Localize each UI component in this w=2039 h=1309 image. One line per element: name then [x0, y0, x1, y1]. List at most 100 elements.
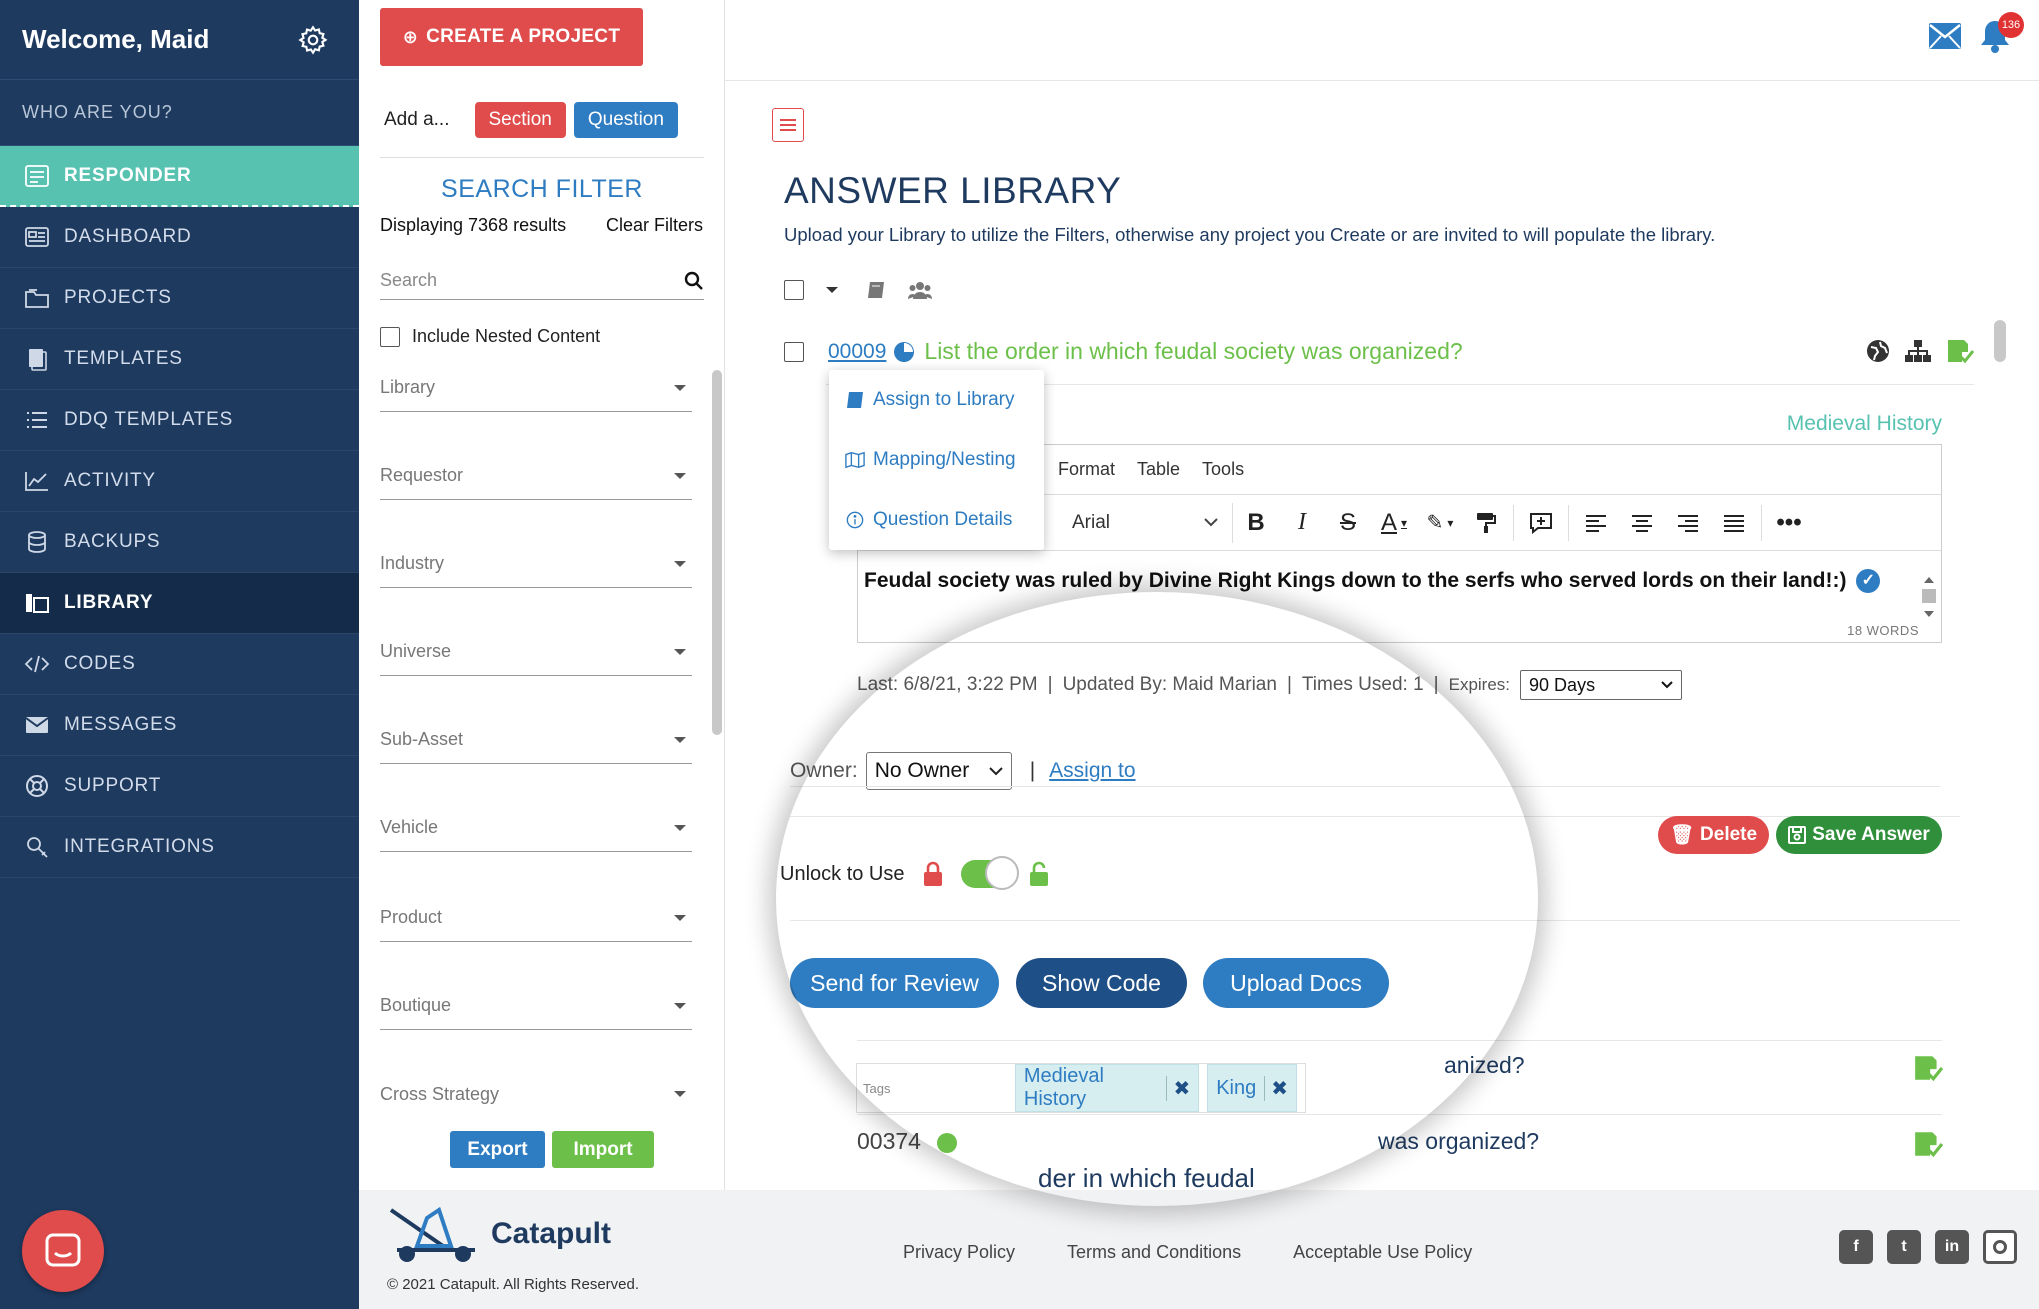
- sidebar-item-integrations[interactable]: INTEGRATIONS: [0, 817, 359, 878]
- tags-input[interactable]: Tags Medieval History ✖ King ✖: [856, 1063, 1306, 1113]
- gear-icon[interactable]: [297, 24, 329, 56]
- question-id[interactable]: 00374: [857, 1128, 921, 1155]
- expires-select[interactable]: 90 Days: [1520, 670, 1683, 700]
- menu-tools[interactable]: Tools: [1202, 459, 1244, 480]
- menu-item-assign-library[interactable]: Assign to Library: [829, 370, 1044, 430]
- caret-down-icon[interactable]: [826, 287, 838, 293]
- word-count: 18 WORDS: [1847, 623, 1919, 638]
- sidebar-item-ddq-templates[interactable]: DDQ TEMPLATES: [0, 390, 359, 451]
- comment-icon[interactable]: [1518, 503, 1564, 543]
- search-input[interactable]: Search: [380, 262, 704, 300]
- save-check-icon[interactable]: [1913, 1054, 1943, 1082]
- sidebar-item-backups[interactable]: BACKUPS: [0, 512, 359, 573]
- mail-icon[interactable]: [1929, 22, 1961, 50]
- assign-to-link[interactable]: Assign to: [1049, 759, 1135, 783]
- italic-icon[interactable]: I: [1279, 503, 1325, 543]
- boutique-dropdown[interactable]: Boutique: [380, 982, 692, 1030]
- menu-toggle-button[interactable]: [772, 108, 804, 142]
- clear-filters-link[interactable]: Clear Filters: [606, 215, 703, 236]
- acceptable-use-link[interactable]: Acceptable Use Policy: [1293, 1242, 1472, 1263]
- sidebar-item-messages[interactable]: MESSAGES: [0, 695, 359, 756]
- question-checkbox[interactable]: [784, 341, 804, 362]
- editor-content[interactable]: Feudal society was ruled by Divine Right…: [858, 551, 1941, 619]
- linkedin-icon[interactable]: in: [1935, 1230, 1969, 1264]
- sidebar-item-dashboard[interactable]: DASHBOARD: [0, 207, 359, 268]
- bold-icon[interactable]: B: [1233, 503, 1279, 543]
- sidebar-item-library[interactable]: LIBRARY: [0, 573, 359, 634]
- create-project-button[interactable]: ⊕ CREATE A PROJECT: [380, 8, 643, 66]
- filter-scrollbar[interactable]: [712, 370, 722, 735]
- sidebar-item-support[interactable]: SUPPORT: [0, 756, 359, 817]
- more-icon[interactable]: •••: [1766, 503, 1812, 543]
- library-tag-label[interactable]: Medieval History: [1787, 412, 1942, 436]
- sidebar-item-codes[interactable]: CODES: [0, 634, 359, 695]
- sidebar-item-projects[interactable]: PROJECTS: [0, 268, 359, 329]
- cross-strategy-dropdown[interactable]: Cross Strategy: [380, 1070, 692, 1118]
- sidebar-item-responder[interactable]: RESPONDER: [0, 146, 359, 207]
- remove-tag-icon[interactable]: ✖: [1264, 1075, 1288, 1101]
- divider: [725, 80, 2039, 81]
- globe-icon[interactable]: [1866, 339, 1890, 363]
- main-scrollbar[interactable]: [1994, 320, 2006, 362]
- menu-format[interactable]: Format: [1058, 459, 1115, 480]
- include-nested-checkbox[interactable]: [380, 326, 400, 347]
- align-right-icon[interactable]: [1665, 503, 1711, 543]
- requestor-dropdown[interactable]: Requestor: [380, 452, 692, 500]
- dropdown-label: Boutique: [380, 995, 452, 1015]
- unlock-toggle[interactable]: [960, 856, 1019, 890]
- editor-scrollbar[interactable]: [1919, 575, 1939, 619]
- catapult-logo[interactable]: Catapult: [387, 1206, 611, 1262]
- product-dropdown[interactable]: Product: [380, 894, 692, 942]
- export-button[interactable]: Export: [450, 1131, 545, 1168]
- text-color-icon[interactable]: A ▾: [1371, 503, 1417, 543]
- send-for-review-button[interactable]: Send for Review: [790, 958, 999, 1008]
- save-check-icon[interactable]: [1946, 338, 1974, 364]
- menu-item-question-details[interactable]: Question Details: [829, 490, 1044, 550]
- add-section-button[interactable]: Section: [474, 102, 566, 138]
- question-id-link[interactable]: 00009: [828, 340, 886, 364]
- menu-item-mapping-nesting[interactable]: Mapping/Nesting: [829, 430, 1044, 490]
- question-row: 00009 List the order in which feudal soc…: [784, 338, 1974, 365]
- universe-dropdown[interactable]: Universe: [380, 628, 692, 676]
- delete-answer-button[interactable]: 🗑 Delete: [1658, 816, 1769, 854]
- sidebar-item-activity[interactable]: ACTIVITY: [0, 451, 359, 512]
- chat-launcher-button[interactable]: [22, 1210, 104, 1292]
- facebook-icon[interactable]: f: [1839, 1230, 1873, 1264]
- library-dropdown[interactable]: Library: [380, 364, 692, 412]
- create-project-label: CREATE A PROJECT: [426, 26, 621, 47]
- remove-tag-icon[interactable]: ✖: [1166, 1075, 1190, 1101]
- save-answer-button[interactable]: Save Answer: [1776, 816, 1942, 854]
- vehicle-dropdown[interactable]: Vehicle: [380, 804, 692, 852]
- include-nested-option[interactable]: Include Nested Content: [380, 326, 600, 347]
- upload-docs-button[interactable]: Upload Docs: [1203, 958, 1389, 1008]
- sidebar-item-templates[interactable]: TEMPLATES: [0, 329, 359, 390]
- show-code-button[interactable]: Show Code: [1016, 958, 1187, 1008]
- align-justify-icon[interactable]: [1711, 503, 1757, 543]
- highlight-icon[interactable]: ✎ ▾: [1417, 503, 1463, 543]
- font-family-select[interactable]: Arial: [1058, 502, 1233, 543]
- instagram-icon[interactable]: [1983, 1230, 2017, 1264]
- hierarchy-icon[interactable]: [1904, 339, 1932, 363]
- caret-down-icon: [674, 560, 686, 567]
- strikethrough-icon[interactable]: S: [1325, 503, 1371, 543]
- industry-dropdown[interactable]: Industry: [380, 540, 692, 588]
- separator: |: [1433, 674, 1439, 695]
- menu-table[interactable]: Table: [1137, 459, 1180, 480]
- owner-select[interactable]: No Owner: [865, 752, 1012, 790]
- twitter-icon[interactable]: t: [1887, 1230, 1921, 1264]
- privacy-policy-link[interactable]: Privacy Policy: [903, 1242, 1015, 1263]
- import-button[interactable]: Import: [552, 1131, 654, 1168]
- add-question-button[interactable]: Question: [573, 102, 678, 138]
- book-icon[interactable]: [866, 281, 886, 299]
- format-painter-icon[interactable]: [1463, 503, 1509, 543]
- sub-asset-dropdown[interactable]: Sub-Asset: [380, 716, 692, 764]
- align-left-icon[interactable]: [1573, 503, 1619, 543]
- align-center-icon[interactable]: [1619, 503, 1665, 543]
- sidebar-item-label: INTEGRATIONS: [64, 836, 215, 857]
- search-icon[interactable]: [684, 271, 704, 291]
- users-icon[interactable]: [908, 280, 932, 300]
- responder-icon: [22, 163, 52, 189]
- select-all-checkbox[interactable]: [784, 280, 804, 300]
- save-check-icon[interactable]: [1913, 1130, 1943, 1158]
- terms-link[interactable]: Terms and Conditions: [1067, 1242, 1241, 1263]
